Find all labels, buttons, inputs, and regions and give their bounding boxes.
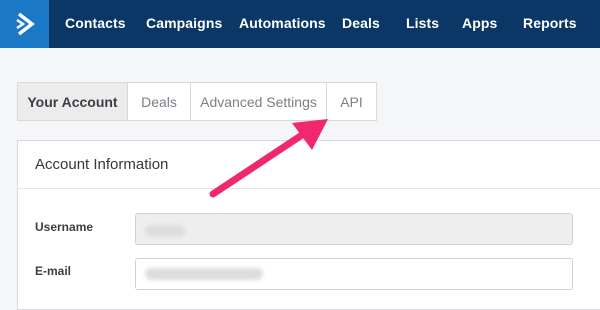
settings-tabs: Your Account Deals Advanced Settings API [17,82,377,121]
nav-item-campaigns[interactable]: Campaigns [146,15,222,31]
top-navigation: Contacts Campaigns Automations Deals Lis… [0,0,600,48]
tab-api[interactable]: API [327,82,377,121]
nav-item-automations[interactable]: Automations [239,15,326,31]
username-field[interactable] [135,213,573,245]
account-information-panel: Account Information Username E-mail [17,140,600,310]
redacted-email [145,268,263,280]
redacted-username [145,225,185,237]
logo[interactable] [0,0,49,48]
username-label: Username [35,220,94,234]
tab-advanced-settings[interactable]: Advanced Settings [191,82,327,121]
panel-title: Account Information [18,141,600,189]
nav-item-apps[interactable]: Apps [462,15,497,31]
nav-item-lists[interactable]: Lists [406,15,439,31]
tab-your-account[interactable]: Your Account [17,82,128,121]
nav-item-deals[interactable]: Deals [342,15,380,31]
chevron-right-icon [15,12,35,36]
email-label: E-mail [35,264,72,278]
nav-item-contacts[interactable]: Contacts [65,15,126,31]
tab-deals[interactable]: Deals [128,82,191,121]
nav-item-reports[interactable]: Reports [523,15,577,31]
